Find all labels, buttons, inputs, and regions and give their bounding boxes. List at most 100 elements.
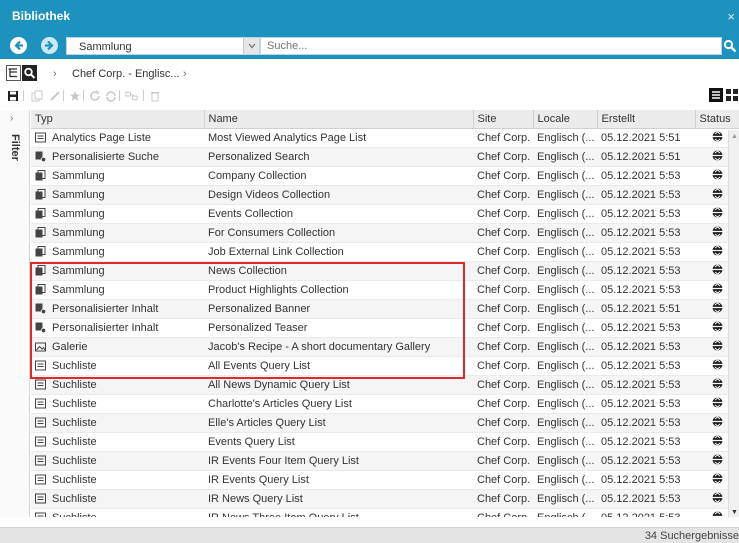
- save-icon[interactable]: [6, 89, 19, 102]
- column-header-name[interactable]: Name: [204, 110, 474, 129]
- column-header-status[interactable]: Status: [695, 110, 739, 129]
- sync-icon[interactable]: [104, 89, 117, 102]
- table-row[interactable]: Suchliste Charlotte's Articles Query List…: [31, 394, 739, 414]
- cell-locale: Englisch (...: [533, 375, 597, 395]
- workflow-icon[interactable]: [125, 89, 138, 102]
- cell-typ: Personalisierter Inhalt: [31, 318, 204, 338]
- scroll-down-icon[interactable]: ▼: [731, 509, 738, 516]
- table-row[interactable]: Suchliste IR Events Query List Chef Corp. E…: [31, 470, 739, 490]
- cell-name: Jacob's Recipe - A short documentary Gal…: [204, 337, 473, 357]
- table-row[interactable]: Sammlung Design Videos Collection Chef Cor…: [31, 185, 739, 205]
- table-row[interactable]: Suchliste All News Dynamic Query List Chef…: [31, 375, 739, 395]
- close-icon[interactable]: ×: [727, 9, 735, 24]
- table-row[interactable]: Sammlung Events Collection Chef Corp. Engli…: [31, 204, 739, 224]
- cell-locale: Englisch (...: [533, 185, 597, 205]
- breadcrumb-item[interactable]: Chef Corp. - Englisc...: [72, 68, 180, 80]
- cell-name: Elle's Articles Query List: [204, 413, 473, 433]
- column-header-typ[interactable]: Typ: [31, 110, 205, 129]
- published-status-icon: [712, 244, 723, 259]
- cell-site: Chef Corp.: [473, 147, 533, 167]
- column-header-erstellt[interactable]: Erstellt: [597, 110, 696, 129]
- chevron-right-icon[interactable]: ›: [10, 113, 13, 124]
- arrow-right-icon: [45, 40, 54, 51]
- cell-erstellt: 05.12.2021 5:53: [597, 223, 695, 243]
- collection-icon: [35, 283, 52, 296]
- table-row[interactable]: Suchliste IR News Query List Chef Corp. Eng…: [31, 489, 739, 509]
- scroll-up-icon[interactable]: ▲: [731, 133, 738, 140]
- personalized-icon: [35, 151, 52, 163]
- back-button[interactable]: [10, 37, 27, 54]
- cell-site: Chef Corp.: [473, 204, 533, 224]
- breadcrumb-separator: ›: [53, 68, 57, 80]
- table-row[interactable]: Suchliste IR Events Four Item Query List C…: [31, 451, 739, 471]
- cell-locale: Englisch (...: [533, 318, 597, 338]
- collection-icon: [35, 264, 52, 277]
- table-row[interactable]: Suchliste Events Query List Chef Corp. Engl…: [31, 432, 739, 452]
- cell-locale: Englisch (...: [533, 432, 597, 452]
- cell-typ: Sammlung: [31, 280, 204, 300]
- table-row[interactable]: Sammlung Company Collection Chef Corp. Engl…: [31, 166, 739, 186]
- cell-locale: Englisch (...: [533, 166, 597, 186]
- published-status-icon: [712, 396, 723, 411]
- table-row[interactable]: Sammlung Product Highlights Collection Che…: [31, 280, 739, 300]
- toolbar: [0, 86, 739, 106]
- trash-icon[interactable]: [148, 89, 161, 102]
- collection-icon: [35, 226, 52, 239]
- cell-locale: Englisch (...: [533, 451, 597, 471]
- cell-site: Chef Corp.: [473, 356, 533, 376]
- cell-site: Chef Corp.: [473, 432, 533, 452]
- cell-typ: Suchliste: [31, 432, 204, 452]
- title-bar: Bibliothek ×: [0, 0, 739, 34]
- search-input[interactable]: [261, 38, 721, 54]
- refresh-icon[interactable]: [88, 89, 101, 102]
- table-row[interactable]: Galerie Jacob's Recipe - A short document…: [31, 337, 739, 357]
- status-bar: 34 Suchergebnisse: [0, 527, 739, 543]
- cell-typ-label: Suchliste: [52, 454, 97, 467]
- breadcrumb-separator[interactable]: ›: [183, 68, 187, 80]
- grid-view-icon[interactable]: [725, 88, 739, 102]
- cell-locale: Englisch (...: [533, 413, 597, 433]
- search-icon[interactable]: [723, 39, 737, 53]
- table-row[interactable]: Personalisierter Inhalt Personalized Bann…: [31, 299, 739, 319]
- column-header-site[interactable]: Site: [473, 110, 534, 129]
- cell-name: Personalized Teaser: [204, 318, 473, 338]
- table-row[interactable]: Sammlung News Collection Chef Corp. Englisc…: [31, 261, 739, 281]
- bookmark-star-icon[interactable]: [68, 89, 81, 102]
- cell-site: Chef Corp.: [473, 337, 533, 357]
- cell-typ-label: Sammlung: [52, 245, 105, 258]
- filter-panel-toggle[interactable]: › Filter: [0, 110, 30, 517]
- cell-typ-label: Suchliste: [52, 512, 97, 518]
- table-row[interactable]: Personalisierter Inhalt Personalized Teas…: [31, 318, 739, 338]
- table-row[interactable]: Sammlung Job External Link Collection Chef…: [31, 242, 739, 262]
- table-row[interactable]: Analytics Page Liste Most Viewed Analytic…: [31, 128, 739, 148]
- edit-icon[interactable]: [48, 89, 61, 102]
- table-row[interactable]: Personalisierte Suche Personalized Search…: [31, 147, 739, 167]
- table-row[interactable]: Suchliste IR News Three Item Query ListCh…: [31, 508, 739, 517]
- table-row[interactable]: Sammlung For Consumers Collection Chef Cor…: [31, 223, 739, 243]
- cell-erstellt: 05.12.2021 5:53: [597, 242, 695, 262]
- list-view-icon[interactable]: [709, 88, 723, 102]
- cell-typ: Suchliste: [31, 451, 204, 471]
- forward-button[interactable]: [41, 37, 58, 54]
- table-row[interactable]: Suchliste All Events Query List Chef Corp.…: [31, 356, 739, 376]
- cell-site: Chef Corp.: [473, 166, 533, 186]
- published-status-icon: [712, 263, 723, 278]
- cell-site: Chef Corp.: [473, 451, 533, 471]
- cell-locale: Englisch (...: [533, 147, 597, 167]
- column-header-locale[interactable]: Locale: [533, 110, 598, 129]
- copy-icon[interactable]: [30, 89, 43, 102]
- list-icon: [35, 398, 52, 410]
- collection-select[interactable]: Sammlung: [66, 37, 260, 55]
- cell-typ-label: Suchliste: [52, 435, 97, 448]
- search-field[interactable]: [260, 37, 722, 55]
- cell-name: Charlotte's Articles Query List: [204, 394, 473, 414]
- search-view-toggle[interactable]: [22, 65, 37, 81]
- cell-site: Chef Corp.: [473, 318, 533, 338]
- tree-view-toggle[interactable]: [6, 65, 21, 81]
- cell-typ: Sammlung: [31, 204, 204, 224]
- cell-name: Personalized Search: [204, 147, 473, 167]
- vertical-scrollbar[interactable]: ▲ ▼: [728, 130, 739, 517]
- chevron-down-icon[interactable]: [243, 38, 259, 54]
- cell-site: Chef Corp.: [473, 470, 533, 490]
- table-row[interactable]: Suchliste Elle's Articles Query List Chef …: [31, 413, 739, 433]
